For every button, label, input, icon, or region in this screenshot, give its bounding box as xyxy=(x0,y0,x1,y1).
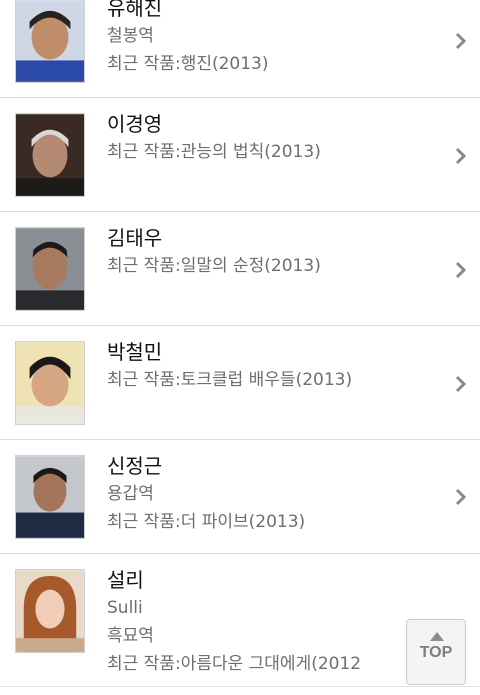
cast-item[interactable]: 유해진 철봉역 최근 작품:행진(2013) xyxy=(0,0,480,98)
chevron-right-icon xyxy=(454,31,468,51)
recent-work-text: 최근 작품:아름다운 그대에게(2012 xyxy=(107,654,362,674)
actor-photo xyxy=(15,227,85,311)
chevron-right-icon xyxy=(454,487,468,507)
role-text: 흑묘역 xyxy=(107,626,154,646)
role-text: 철봉역 xyxy=(107,26,154,46)
chevron-right-icon xyxy=(454,146,468,166)
cast-item[interactable]: 이경영 최근 작품:관능의 법칙(2013) xyxy=(0,99,480,212)
actress-photo xyxy=(15,569,85,653)
up-arrow-icon xyxy=(430,632,444,641)
role-text: 용갑역 xyxy=(107,484,154,504)
top-label: TOP xyxy=(419,644,453,661)
recent-work-text: 최근 작품:행진(2013) xyxy=(107,54,269,74)
scroll-top-button[interactable]: TOP xyxy=(406,619,466,685)
cast-item[interactable]: 박철민 최근 작품:토크클럽 배우들(2013) xyxy=(0,327,480,440)
actor-photo xyxy=(15,341,85,425)
actor-name: 김태우 xyxy=(107,226,163,250)
recent-work-text: 최근 작품:일말의 순정(2013) xyxy=(107,256,321,276)
actor-name: 설리 xyxy=(107,568,144,592)
cast-item[interactable]: 신정근 용갑역 최근 작품:더 파이브(2013) xyxy=(0,441,480,554)
actor-name: 유해진 xyxy=(107,0,163,20)
chevron-right-icon xyxy=(454,374,468,394)
cast-item[interactable]: 김태우 최근 작품:일말의 순정(2013) xyxy=(0,213,480,326)
bottom-divider xyxy=(0,686,480,687)
actor-photo xyxy=(15,0,85,83)
chevron-right-icon xyxy=(454,260,468,280)
actor-name: 이경영 xyxy=(107,112,163,136)
actor-name: 신정근 xyxy=(107,454,163,478)
recent-work-text: 최근 작품:더 파이브(2013) xyxy=(107,512,306,532)
actor-photo xyxy=(15,455,85,539)
recent-work-text: 최근 작품:토크클럽 배우들(2013) xyxy=(107,370,353,390)
actor-photo xyxy=(15,113,85,197)
english-name-text: Sulli xyxy=(107,598,143,618)
recent-work-text: 최근 작품:관능의 법칙(2013) xyxy=(107,142,321,162)
actor-name: 박철민 xyxy=(107,340,163,364)
